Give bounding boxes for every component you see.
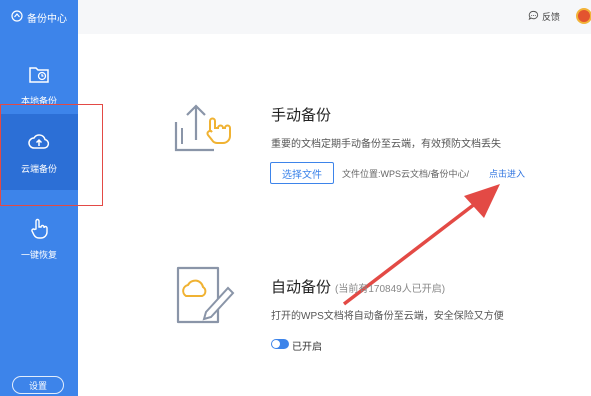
avatar[interactable] bbox=[576, 8, 591, 24]
hand-pointer-icon bbox=[27, 216, 51, 242]
folder-clock-icon bbox=[27, 62, 51, 88]
sidebar-item-label: 云端备份 bbox=[20, 163, 57, 174]
feedback-button[interactable]: 反馈 bbox=[528, 10, 560, 23]
feedback-label: 反馈 bbox=[542, 12, 561, 22]
backup-center-icon bbox=[11, 9, 23, 25]
auto-backup-user-count: (当前有170849人已开启) bbox=[335, 284, 446, 295]
auto-backup-toggle[interactable] bbox=[271, 339, 289, 349]
auto-backup-description: 打开的WPS文档将自动备份至云端，安全保险又方便 bbox=[271, 311, 504, 322]
auto-backup-document-icon bbox=[170, 262, 238, 328]
settings-button[interactable]: 设置 bbox=[12, 376, 64, 394]
brand: 备份中心 bbox=[0, 0, 78, 34]
auto-backup-status: 已开启 bbox=[292, 342, 322, 353]
auto-backup-title-text: 自动备份 bbox=[271, 279, 332, 296]
toggle-knob bbox=[272, 340, 280, 348]
cloud-upload-icon bbox=[27, 130, 51, 156]
sidebar-item-cloud-backup[interactable]: 云端备份 bbox=[0, 114, 78, 190]
sidebar: 备份中心 本地备份 云端备份 一键恢复 设置 bbox=[0, 0, 78, 396]
choose-file-button[interactable]: 选择文件 bbox=[270, 162, 334, 184]
manual-backup-description: 重要的文档定期手动备份至云端，有效预防文档丢失 bbox=[271, 139, 501, 150]
manual-backup-title: 手动备份 bbox=[271, 107, 332, 124]
chat-bubble-icon bbox=[528, 10, 539, 23]
manual-upload-icon bbox=[170, 100, 236, 156]
sidebar-item-local-backup[interactable]: 本地备份 bbox=[0, 52, 78, 116]
top-bar bbox=[78, 0, 591, 34]
sidebar-item-restore[interactable]: 一键恢复 bbox=[0, 206, 78, 270]
brand-title: 备份中心 bbox=[27, 13, 67, 25]
sidebar-item-label: 本地备份 bbox=[20, 95, 57, 106]
sidebar-item-label: 一键恢复 bbox=[20, 249, 57, 260]
auto-backup-title: 自动备份 (当前有170849人已开启) bbox=[271, 276, 445, 297]
annotation-arrow bbox=[342, 184, 500, 306]
